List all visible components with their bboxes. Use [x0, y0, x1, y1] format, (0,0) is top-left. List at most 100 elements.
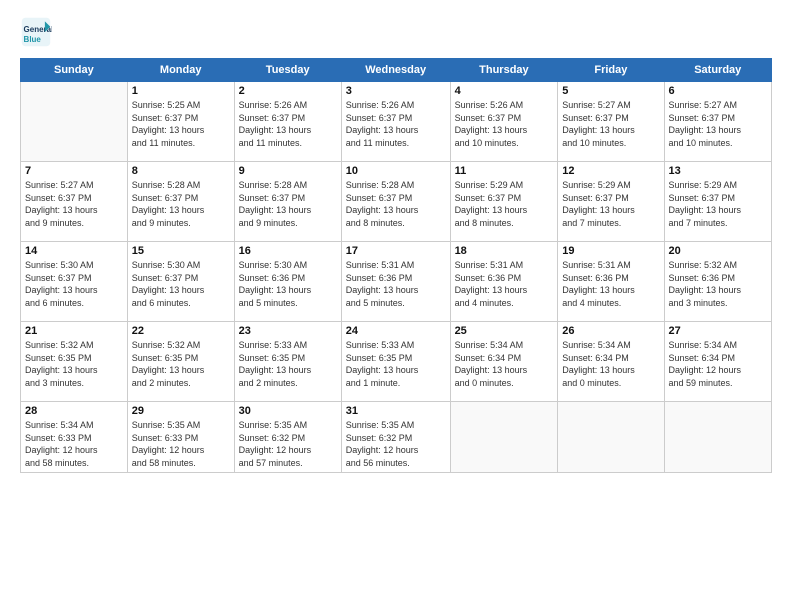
- calendar-cell: 30 Sunrise: 5:35 AM Sunset: 6:32 PM Dayli…: [234, 402, 341, 473]
- week-row-1: 1 Sunrise: 5:25 AM Sunset: 6:37 PM Daylig…: [21, 82, 772, 162]
- day-info: Sunrise: 5:33 AM Sunset: 6:35 PM Dayligh…: [346, 339, 446, 389]
- logo-icon: General Blue: [20, 16, 52, 48]
- header: General Blue: [20, 16, 772, 48]
- calendar-cell: 13Sunrise: 5:29 AM Sunset: 6:37 PM Dayli…: [664, 162, 771, 242]
- calendar-cell: 9 Sunrise: 5:28 AM Sunset: 6:37 PM Daylig…: [234, 162, 341, 242]
- day-info: Sunrise: 5:27 AM Sunset: 6:37 PM Dayligh…: [669, 99, 767, 149]
- day-number: 24: [346, 325, 446, 337]
- calendar-cell: 7 Sunrise: 5:27 AM Sunset: 6:37 PM Daylig…: [21, 162, 128, 242]
- day-number: 1: [132, 85, 230, 97]
- day-number: 16: [239, 245, 337, 257]
- day-info: Sunrise: 5:34 AM Sunset: 6:34 PM Dayligh…: [669, 339, 767, 389]
- day-number: 19: [562, 245, 659, 257]
- day-number: 15: [132, 245, 230, 257]
- day-info: Sunrise: 5:28 AM Sunset: 6:37 PM Dayligh…: [346, 179, 446, 229]
- day-info: Sunrise: 5:29 AM Sunset: 6:37 PM Dayligh…: [562, 179, 659, 229]
- day-number: 21: [25, 325, 123, 337]
- day-info: Sunrise: 5:28 AM Sunset: 6:37 PM Dayligh…: [239, 179, 337, 229]
- day-info: Sunrise: 5:34 AM Sunset: 6:34 PM Dayligh…: [455, 339, 554, 389]
- calendar-cell: 14 Sunrise: 5:30 AM Sunset: 6:37 PM Dayli…: [21, 242, 128, 322]
- calendar-cell: 20 Sunrise: 5:32 AM Sunset: 6:36 PM Dayli…: [664, 242, 771, 322]
- day-number: 30: [239, 405, 337, 417]
- day-info: Sunrise: 5:32 AM Sunset: 6:35 PM Dayligh…: [132, 339, 230, 389]
- calendar-cell: 10 Sunrise: 5:28 AM Sunset: 6:37 PM Dayli…: [341, 162, 450, 242]
- day-number: 26: [562, 325, 659, 337]
- day-info: Sunrise: 5:27 AM Sunset: 6:37 PM Dayligh…: [25, 179, 123, 229]
- day-header-friday: Friday: [558, 59, 664, 82]
- day-info: Sunrise: 5:31 AM Sunset: 6:36 PM Dayligh…: [455, 259, 554, 309]
- day-number: 2: [239, 85, 337, 97]
- day-number: 4: [455, 85, 554, 97]
- week-row-3: 14 Sunrise: 5:30 AM Sunset: 6:37 PM Dayli…: [21, 242, 772, 322]
- day-info: Sunrise: 5:35 AM Sunset: 6:32 PM Dayligh…: [346, 419, 446, 469]
- day-number: 11: [455, 165, 554, 177]
- logo: General Blue: [20, 16, 56, 48]
- day-header-saturday: Saturday: [664, 59, 771, 82]
- day-number: 9: [239, 165, 337, 177]
- calendar-cell: 8Sunrise: 5:28 AM Sunset: 6:37 PM Daylig…: [127, 162, 234, 242]
- day-number: 14: [25, 245, 123, 257]
- day-header-thursday: Thursday: [450, 59, 558, 82]
- day-info: Sunrise: 5:26 AM Sunset: 6:37 PM Dayligh…: [346, 99, 446, 149]
- day-number: 17: [346, 245, 446, 257]
- svg-text:Blue: Blue: [24, 35, 42, 44]
- day-info: Sunrise: 5:34 AM Sunset: 6:33 PM Dayligh…: [25, 419, 123, 469]
- day-number: 29: [132, 405, 230, 417]
- calendar-cell: 18 Sunrise: 5:31 AM Sunset: 6:36 PM Dayli…: [450, 242, 558, 322]
- day-number: 12: [562, 165, 659, 177]
- day-number: 6: [669, 85, 767, 97]
- calendar-cell: [664, 402, 771, 473]
- calendar-cell: 21Sunrise: 5:32 AM Sunset: 6:35 PM Dayli…: [21, 322, 128, 402]
- calendar-cell: 28 Sunrise: 5:34 AM Sunset: 6:33 PM Dayli…: [21, 402, 128, 473]
- week-row-5: 28 Sunrise: 5:34 AM Sunset: 6:33 PM Dayli…: [21, 402, 772, 473]
- day-number: 7: [25, 165, 123, 177]
- calendar-cell: 5Sunrise: 5:27 AM Sunset: 6:37 PM Daylig…: [558, 82, 664, 162]
- calendar-cell: 1 Sunrise: 5:25 AM Sunset: 6:37 PM Daylig…: [127, 82, 234, 162]
- day-info: Sunrise: 5:30 AM Sunset: 6:37 PM Dayligh…: [132, 259, 230, 309]
- day-number: 31: [346, 405, 446, 417]
- day-header-sunday: Sunday: [21, 59, 128, 82]
- calendar-cell: 27 Sunrise: 5:34 AM Sunset: 6:34 PM Dayli…: [664, 322, 771, 402]
- calendar-cell: 15 Sunrise: 5:30 AM Sunset: 6:37 PM Dayli…: [127, 242, 234, 322]
- calendar-cell: 31 Sunrise: 5:35 AM Sunset: 6:32 PM Dayli…: [341, 402, 450, 473]
- day-info: Sunrise: 5:34 AM Sunset: 6:34 PM Dayligh…: [562, 339, 659, 389]
- day-info: Sunrise: 5:25 AM Sunset: 6:37 PM Dayligh…: [132, 99, 230, 149]
- day-number: 13: [669, 165, 767, 177]
- day-number: 10: [346, 165, 446, 177]
- day-info: Sunrise: 5:30 AM Sunset: 6:36 PM Dayligh…: [239, 259, 337, 309]
- calendar-header-row: SundayMondayTuesdayWednesdayThursdayFrid…: [21, 59, 772, 82]
- calendar-cell: [450, 402, 558, 473]
- day-info: Sunrise: 5:30 AM Sunset: 6:37 PM Dayligh…: [25, 259, 123, 309]
- calendar-cell: 29 Sunrise: 5:35 AM Sunset: 6:33 PM Dayli…: [127, 402, 234, 473]
- day-number: 22: [132, 325, 230, 337]
- calendar-cell: 11 Sunrise: 5:29 AM Sunset: 6:37 PM Dayli…: [450, 162, 558, 242]
- week-row-4: 21 Sunrise: 5:32 AM Sunset: 6:35 PM Dayli…: [21, 322, 772, 402]
- calendar-cell: 16 Sunrise: 5:30 AM Sunset: 6:36 PM Dayli…: [234, 242, 341, 322]
- page: General Blue SundayMondayTuesdayWednesda…: [0, 0, 792, 612]
- day-header-tuesday: Tuesday: [234, 59, 341, 82]
- calendar-cell: 26 Sunrise: 5:34 AM Sunset: 6:34 PM Dayli…: [558, 322, 664, 402]
- day-number: 18: [455, 245, 554, 257]
- day-info: Sunrise: 5:31 AM Sunset: 6:36 PM Dayligh…: [562, 259, 659, 309]
- day-info: Sunrise: 5:29 AM Sunset: 6:37 PM Dayligh…: [455, 179, 554, 229]
- day-number: 5: [562, 85, 659, 97]
- day-header-monday: Monday: [127, 59, 234, 82]
- calendar-cell: [21, 82, 128, 162]
- day-info: Sunrise: 5:26 AM Sunset: 6:37 PM Dayligh…: [239, 99, 337, 149]
- day-header-wednesday: Wednesday: [341, 59, 450, 82]
- calendar-cell: 2 Sunrise: 5:26 AM Sunset: 6:37 PM Daylig…: [234, 82, 341, 162]
- week-row-2: 7 Sunrise: 5:27 AM Sunset: 6:37 PM Daylig…: [21, 162, 772, 242]
- day-info: Sunrise: 5:32 AM Sunset: 6:36 PM Dayligh…: [669, 259, 767, 309]
- day-number: 20: [669, 245, 767, 257]
- day-info: Sunrise: 5:35 AM Sunset: 6:33 PM Dayligh…: [132, 419, 230, 469]
- day-info: Sunrise: 5:28 AM Sunset: 6:37 PM Dayligh…: [132, 179, 230, 229]
- day-number: 27: [669, 325, 767, 337]
- calendar-body: 1 Sunrise: 5:25 AM Sunset: 6:37 PM Daylig…: [21, 82, 772, 473]
- calendar-cell: 17 Sunrise: 5:31 AM Sunset: 6:36 PM Dayli…: [341, 242, 450, 322]
- day-info: Sunrise: 5:31 AM Sunset: 6:36 PM Dayligh…: [346, 259, 446, 309]
- day-info: Sunrise: 5:35 AM Sunset: 6:32 PM Dayligh…: [239, 419, 337, 469]
- calendar-cell: 22 Sunrise: 5:32 AM Sunset: 6:35 PM Dayli…: [127, 322, 234, 402]
- day-number: 28: [25, 405, 123, 417]
- calendar-cell: 25Sunrise: 5:34 AM Sunset: 6:34 PM Dayli…: [450, 322, 558, 402]
- calendar-cell: 4Sunrise: 5:26 AM Sunset: 6:37 PM Daylig…: [450, 82, 558, 162]
